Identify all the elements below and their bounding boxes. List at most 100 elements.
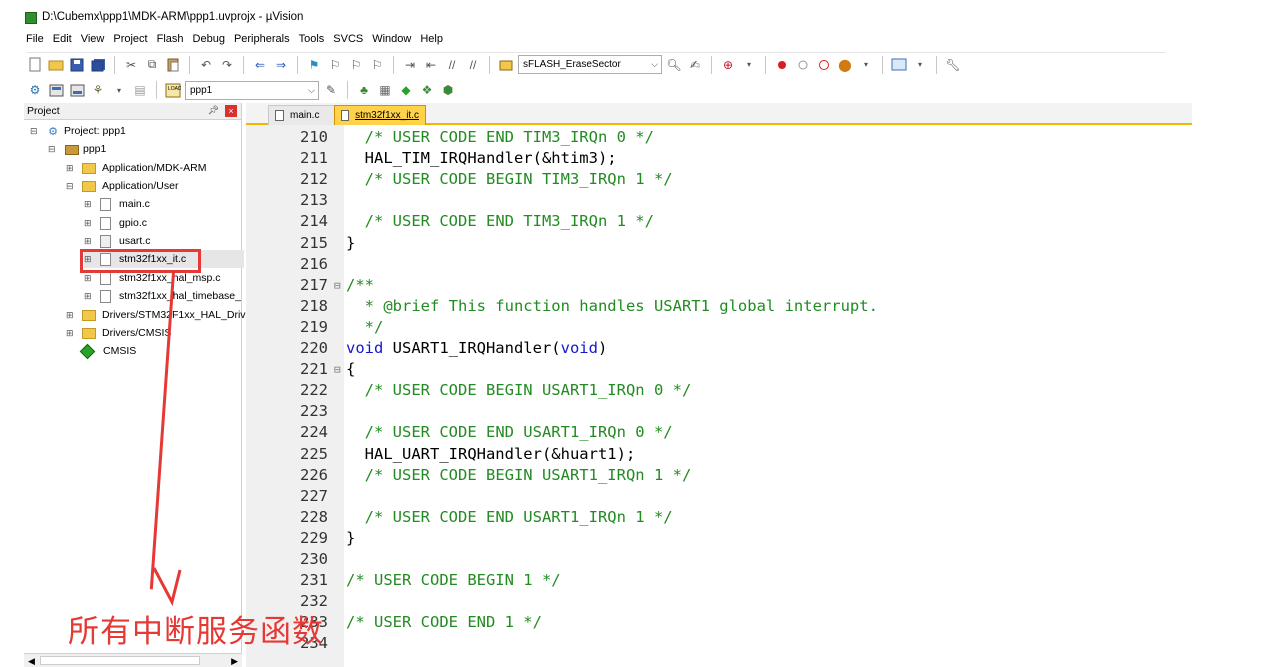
batch-build-icon[interactable]: ⚘ (89, 81, 107, 99)
download-icon[interactable]: LOAD (164, 81, 182, 99)
tree-item-folder[interactable]: ⊟ Application/User (66, 177, 178, 195)
new-file-icon[interactable] (26, 56, 44, 74)
save-icon[interactable] (68, 56, 86, 74)
code-line[interactable]: 233/* USER CODE END 1 */ (246, 612, 1192, 633)
menu-debug[interactable]: Debug (193, 33, 225, 49)
uncomment-icon[interactable]: // (464, 56, 482, 74)
menu-flash[interactable]: Flash (157, 33, 184, 49)
scroll-right-icon[interactable]: ▶ (231, 656, 238, 667)
file-extensions-icon[interactable]: ♣ (355, 81, 373, 99)
close-icon[interactable]: × (225, 105, 237, 117)
menu-view[interactable]: View (81, 33, 105, 49)
menu-peripherals[interactable]: Peripherals (234, 33, 290, 49)
code-line[interactable]: 217 ⊟/** (246, 275, 1192, 296)
code-line[interactable]: 225 HAL_UART_IRQHandler(&huart1); (246, 444, 1192, 465)
tree-item-folder[interactable]: ⊞ Drivers/STM32F1xx_HAL_Driv (66, 306, 246, 324)
tab-stm32f1xx-it-c[interactable]: stm32f1xx_it.c (334, 105, 426, 125)
menu-window[interactable]: Window (372, 33, 411, 49)
code-line[interactable]: 226 /* USER CODE BEGIN USART1_IRQn 1 */ (246, 465, 1192, 486)
dropdown-arrow-icon[interactable]: ▾ (110, 81, 128, 99)
collapse-icon[interactable]: ⊟ (66, 181, 76, 192)
code-line[interactable]: 234 (246, 633, 1192, 654)
pin-icon[interactable]: 📌︎ (208, 105, 219, 116)
menu-tools[interactable]: Tools (299, 33, 325, 49)
tree-item-cmsis[interactable]: CMSIS (79, 342, 136, 360)
code-line[interactable]: 228 /* USER CODE END USART1_IRQn 1 */ (246, 507, 1192, 528)
target-select[interactable]: ppp1 ⌵ (185, 80, 319, 100)
dropdown-arrow-icon[interactable]: ▾ (911, 56, 929, 74)
configure-icon[interactable]: 🔧︎ (944, 56, 962, 74)
find-combo[interactable]: sFLASH_EraseSector ⌵ (518, 55, 662, 74)
menu-svcs[interactable]: SVCS (333, 33, 363, 49)
select-software-packs-icon[interactable]: ⬢ (439, 81, 457, 99)
manage-components-icon[interactable]: ▦ (376, 81, 394, 99)
dropdown-arrow-icon[interactable]: ▾ (857, 56, 875, 74)
code-line[interactable]: 231 /* USER CODE BEGIN 1 */ (246, 570, 1192, 591)
code-line[interactable]: 230 (246, 549, 1192, 570)
prev-bookmark-icon[interactable]: ⚐ (326, 56, 344, 74)
code-line[interactable]: 211 HAL_TIM_IRQHandler(&htim3); (246, 148, 1192, 169)
horizontal-scrollbar[interactable]: ◀ ▶ (24, 653, 242, 667)
expand-icon[interactable]: ⊞ (84, 273, 94, 284)
collapse-icon[interactable]: ⊟ (30, 126, 40, 137)
tree-item-target[interactable]: ⊟ ppp1 (48, 140, 106, 158)
expand-icon[interactable]: ⊞ (66, 163, 76, 174)
tree-item-file[interactable]: ⊞ gpio.c (84, 214, 147, 232)
code-line[interactable]: 219 */ (246, 317, 1192, 338)
open-folder-icon[interactable] (47, 56, 65, 74)
scroll-left-icon[interactable]: ◀ (28, 656, 35, 667)
bookmark-icon[interactable]: ⚑ (305, 56, 323, 74)
fold-toggle-icon[interactable]: ⊟ (334, 359, 344, 380)
code-line[interactable]: 221 ⊟{ (246, 359, 1192, 380)
expand-icon[interactable]: ⊞ (84, 218, 94, 229)
comment-icon[interactable]: // (443, 56, 461, 74)
redo-icon[interactable]: ↷ (218, 56, 236, 74)
debug-session-icon[interactable]: ⊕ (719, 56, 737, 74)
tree-item-project[interactable]: ⊟ ⚙ Project: ppp1 (30, 122, 126, 140)
code-line[interactable]: 215} (246, 233, 1192, 254)
pack-installer-icon[interactable]: ❖ (418, 81, 436, 99)
unindent-icon[interactable]: ⇤ (422, 56, 440, 74)
code-line[interactable]: 213 (246, 190, 1192, 211)
expand-icon[interactable]: ⊞ (84, 291, 94, 302)
code-line[interactable]: 218 * @brief This function handles USART… (246, 296, 1192, 317)
target-options-icon[interactable]: ✎ (322, 81, 340, 99)
find-in-files-icon[interactable] (497, 56, 515, 74)
code-line[interactable]: 229} (246, 528, 1192, 549)
code-line[interactable]: 223 (246, 401, 1192, 422)
next-bookmark-icon[interactable]: ⚐ (347, 56, 365, 74)
find-icon[interactable]: 🔍︎ (665, 56, 683, 74)
cut-icon[interactable]: ✂ (122, 56, 140, 74)
collapse-icon[interactable]: ⊟ (48, 144, 58, 155)
kill-breakpoints-icon[interactable]: ⬤ (836, 56, 854, 74)
incremental-find-icon[interactable]: ✍ (686, 56, 704, 74)
expand-icon[interactable]: ⊞ (84, 199, 94, 210)
code-line[interactable]: 227 (246, 486, 1192, 507)
code-line[interactable]: 224 /* USER CODE END USART1_IRQn 0 */ (246, 422, 1192, 443)
insert-breakpoint-icon[interactable] (773, 56, 791, 74)
undo-icon[interactable]: ↶ (197, 56, 215, 74)
disable-breakpoints-icon[interactable] (815, 56, 833, 74)
paste-icon[interactable] (164, 56, 182, 74)
clear-bookmarks-icon[interactable]: ⚐ (368, 56, 386, 74)
code-editor[interactable]: 210 /* USER CODE END TIM3_IRQn 0 */211 H… (246, 125, 1192, 667)
expand-icon[interactable]: ⊞ (84, 236, 94, 247)
save-all-icon[interactable] (89, 56, 107, 74)
tree-item-file[interactable]: ⊞ usart.c (84, 232, 151, 250)
menu-edit[interactable]: Edit (53, 33, 72, 49)
menu-file[interactable]: File (26, 33, 44, 49)
expand-icon[interactable]: ⊞ (66, 328, 76, 339)
tab-main-c[interactable]: main.c (268, 105, 338, 125)
menu-help[interactable]: Help (420, 33, 443, 49)
build-icon[interactable] (47, 81, 65, 99)
scroll-thumb[interactable] (40, 656, 200, 665)
tree-item-file[interactable]: ⊞ main.c (84, 195, 150, 213)
nav-back-icon[interactable]: ⇐ (251, 56, 269, 74)
nav-forward-icon[interactable]: ⇒ (272, 56, 290, 74)
code-line[interactable]: 220 void USART1_IRQHandler(void) (246, 338, 1192, 359)
window-layout-icon[interactable] (890, 56, 908, 74)
code-line[interactable]: 216 (246, 254, 1192, 275)
tree-item-folder[interactable]: ⊞ Drivers/CMSIS (66, 324, 171, 342)
translate-icon[interactable]: ⚙ (26, 81, 44, 99)
code-line[interactable]: 212 /* USER CODE BEGIN TIM3_IRQn 1 */ (246, 169, 1192, 190)
